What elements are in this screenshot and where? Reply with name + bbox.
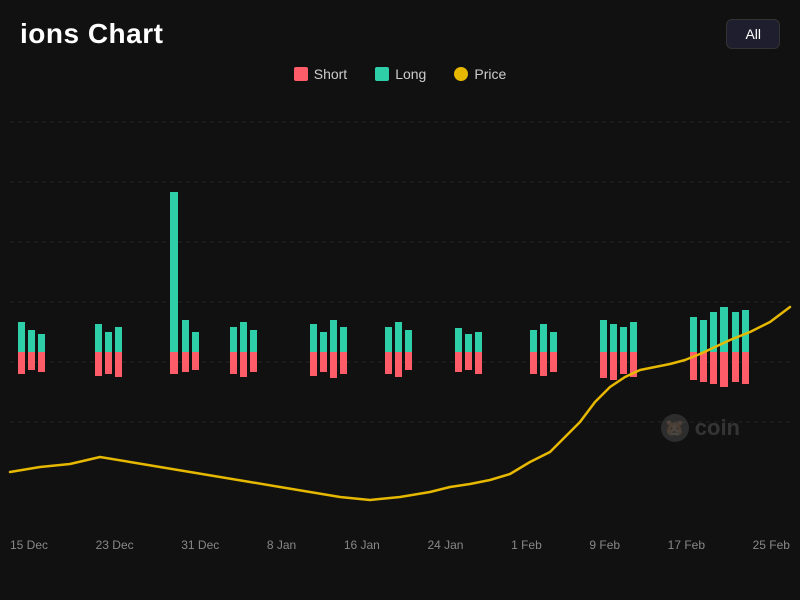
long-dot bbox=[375, 67, 389, 81]
long-label: Long bbox=[395, 66, 426, 82]
main-container: ions Chart All Short Long Price bbox=[0, 0, 800, 600]
all-button[interactable]: All bbox=[726, 19, 780, 49]
x-label-9: 25 Feb bbox=[753, 538, 790, 552]
x-label-3: 8 Jan bbox=[267, 538, 296, 552]
price-label: Price bbox=[474, 66, 506, 82]
x-label-4: 16 Jan bbox=[344, 538, 380, 552]
price-dot bbox=[454, 67, 468, 81]
short-dot bbox=[294, 67, 308, 81]
chart-legend: Short Long Price bbox=[0, 60, 800, 92]
x-label-0: 15 Dec bbox=[10, 538, 48, 552]
chart-header: ions Chart All bbox=[0, 0, 800, 60]
legend-price: Price bbox=[454, 66, 506, 82]
chart-area: 🐹 coin 15 Dec 23 Dec 31 Dec 8 Jan 16 Jan… bbox=[0, 92, 800, 562]
chart-svg bbox=[0, 92, 800, 542]
x-label-5: 24 Jan bbox=[427, 538, 463, 552]
x-label-6: 1 Feb bbox=[511, 538, 542, 552]
x-label-2: 31 Dec bbox=[181, 538, 219, 552]
legend-long: Long bbox=[375, 66, 426, 82]
legend-short: Short bbox=[294, 66, 347, 82]
x-axis: 15 Dec 23 Dec 31 Dec 8 Jan 16 Jan 24 Jan… bbox=[0, 538, 800, 552]
chart-title: ions Chart bbox=[20, 18, 163, 50]
x-label-8: 17 Feb bbox=[668, 538, 705, 552]
x-label-1: 23 Dec bbox=[96, 538, 134, 552]
x-label-7: 9 Feb bbox=[589, 538, 620, 552]
short-label: Short bbox=[314, 66, 347, 82]
